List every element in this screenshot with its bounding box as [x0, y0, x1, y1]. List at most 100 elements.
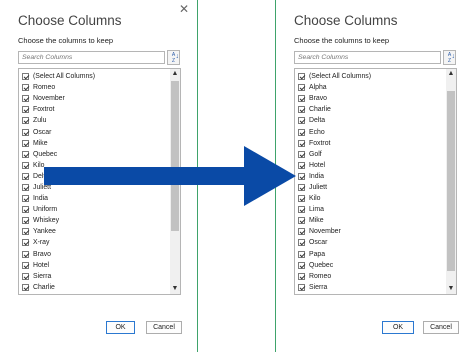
- column-item[interactable]: November: [298, 226, 371, 237]
- checkbox[interactable]: [298, 283, 305, 291]
- column-item[interactable]: Sierra: [22, 271, 95, 282]
- column-label: India: [309, 172, 324, 180]
- checkbox[interactable]: [298, 183, 305, 191]
- checkbox[interactable]: [22, 283, 29, 291]
- checkbox[interactable]: [298, 272, 305, 280]
- column-item[interactable]: Romeo: [298, 271, 371, 282]
- cancel-button[interactable]: Cancel: [423, 321, 459, 334]
- column-item[interactable]: X-ray: [22, 237, 95, 248]
- column-item[interactable]: Romeo: [22, 82, 95, 93]
- column-item[interactable]: Sierra: [298, 282, 371, 293]
- column-item[interactable]: Hotel: [298, 160, 371, 171]
- checkbox[interactable]: [298, 95, 305, 103]
- dialog-subtitle: Choose the columns to keep: [18, 36, 114, 45]
- column-item[interactable]: Quebec: [298, 260, 371, 271]
- checkbox[interactable]: [22, 261, 29, 269]
- checkbox[interactable]: [22, 206, 29, 214]
- column-item[interactable]: Hotel: [22, 260, 95, 271]
- checkbox[interactable]: [298, 250, 305, 258]
- column-label: Bravo: [33, 250, 52, 258]
- column-item[interactable]: Charlie: [298, 104, 371, 115]
- checkbox[interactable]: [22, 139, 29, 147]
- close-icon[interactable]: ✕: [179, 3, 189, 15]
- sort-az-icon[interactable]: A Z ↓: [443, 50, 456, 65]
- column-item[interactable]: Whiskey: [22, 215, 95, 226]
- column-item[interactable]: (Select All Columns): [298, 71, 371, 82]
- checkbox[interactable]: [22, 84, 29, 92]
- checkbox[interactable]: [298, 106, 305, 114]
- column-item[interactable]: Zulu: [22, 115, 95, 126]
- column-item[interactable]: Papa: [298, 249, 371, 260]
- chevron-up-icon[interactable]: ▲: [446, 69, 456, 79]
- checkbox[interactable]: [22, 106, 29, 114]
- column-label: November: [33, 95, 65, 103]
- column-label: Golf: [309, 150, 322, 158]
- checkbox[interactable]: [298, 239, 305, 247]
- checkbox[interactable]: [22, 250, 29, 258]
- checkbox[interactable]: [298, 117, 305, 125]
- dialog-title: Choose Columns: [294, 13, 398, 28]
- column-item[interactable]: Delta: [298, 115, 371, 126]
- vertical-scrollbar[interactable]: ▲ ▼: [446, 69, 456, 294]
- column-item[interactable]: Alpha: [298, 82, 371, 93]
- checkbox[interactable]: [22, 239, 29, 247]
- column-item[interactable]: Foxtrot: [298, 138, 371, 149]
- column-label: Charlie: [309, 106, 331, 114]
- column-item[interactable]: Kilo: [298, 193, 371, 204]
- checkbox[interactable]: [22, 183, 29, 191]
- checkbox[interactable]: [298, 84, 305, 92]
- checkbox[interactable]: [298, 128, 305, 136]
- checkbox[interactable]: [22, 95, 29, 103]
- checkbox[interactable]: [298, 228, 305, 236]
- column-item[interactable]: Foxtrot: [22, 104, 95, 115]
- checkbox[interactable]: [22, 195, 29, 203]
- ok-button[interactable]: OK: [106, 321, 135, 334]
- checkbox[interactable]: [298, 161, 305, 169]
- cancel-button[interactable]: Cancel: [146, 321, 182, 334]
- checkbox[interactable]: [22, 272, 29, 280]
- checkbox[interactable]: [298, 172, 305, 180]
- checkbox[interactable]: [298, 73, 305, 81]
- checkbox[interactable]: [298, 139, 305, 147]
- column-item[interactable]: India: [298, 171, 371, 182]
- checkbox[interactable]: [298, 206, 305, 214]
- chevron-down-icon[interactable]: ▼: [446, 284, 456, 294]
- column-label: Kilo: [309, 195, 321, 203]
- checkbox[interactable]: [298, 195, 305, 203]
- column-item[interactable]: Yankee: [22, 226, 95, 237]
- checkbox[interactable]: [298, 217, 305, 225]
- column-label: Hotel: [33, 261, 50, 269]
- column-item[interactable]: Mike: [298, 215, 371, 226]
- chevron-down-icon[interactable]: ▼: [170, 284, 180, 294]
- column-item[interactable]: Bravo: [22, 249, 95, 260]
- right-arrow-icon: [44, 146, 296, 206]
- checkbox[interactable]: [22, 73, 29, 81]
- column-item[interactable]: Golf: [298, 149, 371, 160]
- column-item[interactable]: Echo: [298, 126, 371, 137]
- column-item[interactable]: Juliett: [298, 182, 371, 193]
- chevron-up-icon[interactable]: ▲: [170, 69, 180, 79]
- checkbox[interactable]: [22, 150, 29, 158]
- column-item[interactable]: (Select All Columns): [22, 71, 95, 82]
- column-item[interactable]: Charlie: [22, 282, 95, 293]
- column-item[interactable]: Bravo: [298, 93, 371, 104]
- checkbox[interactable]: [298, 150, 305, 158]
- checkbox[interactable]: [22, 172, 29, 180]
- column-label: Foxtrot: [309, 139, 331, 147]
- column-item[interactable]: Oscar: [22, 126, 95, 137]
- checkbox[interactable]: [298, 261, 305, 269]
- search-columns-input[interactable]: [18, 51, 165, 64]
- checkbox[interactable]: [22, 128, 29, 136]
- scrollbar-thumb[interactable]: [447, 91, 455, 271]
- column-item[interactable]: Oscar: [298, 237, 371, 248]
- ok-button[interactable]: OK: [382, 321, 414, 334]
- checkbox[interactable]: [22, 161, 29, 169]
- column-item[interactable]: November: [22, 93, 95, 104]
- checkbox[interactable]: [22, 217, 29, 225]
- checkbox[interactable]: [22, 117, 29, 125]
- sort-az-icon[interactable]: A Z ↓: [167, 50, 180, 65]
- column-item[interactable]: Lima: [298, 204, 371, 215]
- column-label: Alpha: [309, 84, 327, 92]
- search-columns-input[interactable]: [294, 51, 441, 64]
- checkbox[interactable]: [22, 228, 29, 236]
